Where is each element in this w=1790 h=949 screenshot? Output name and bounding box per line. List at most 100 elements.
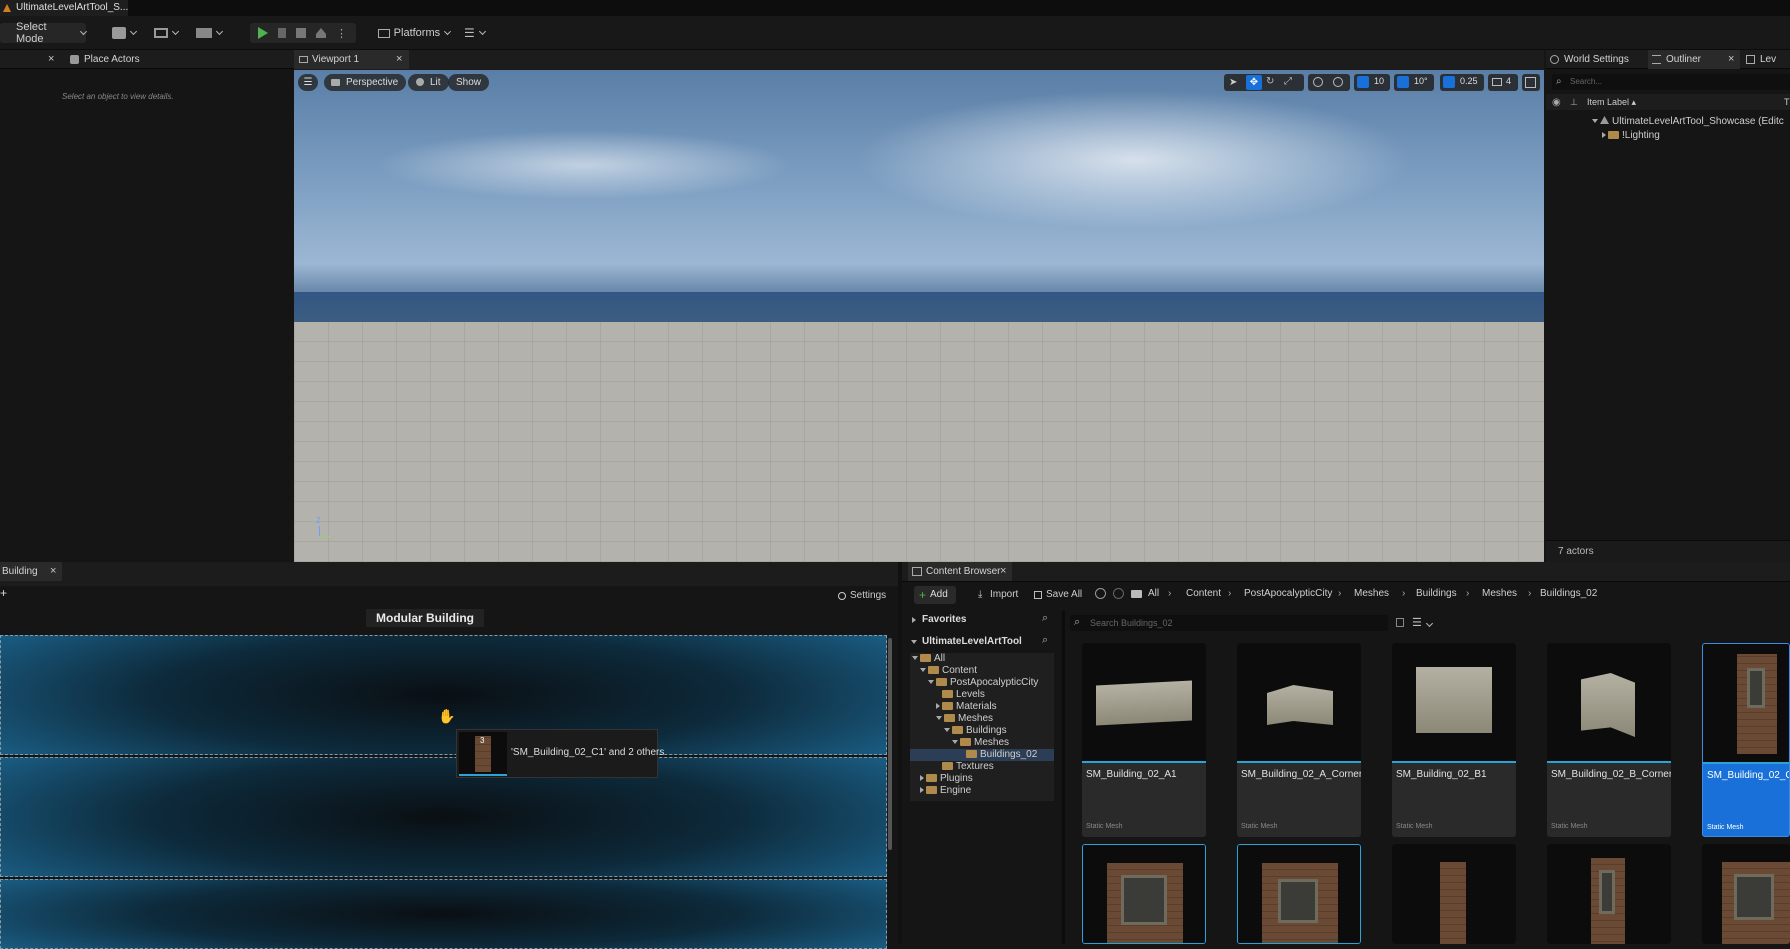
play-icon[interactable] [258, 27, 268, 39]
tab-levels[interactable]: Lev [1742, 50, 1790, 69]
settings-menu-button[interactable]: ☰ [464, 23, 492, 43]
tree-item-textures[interactable]: Textures [942, 761, 994, 773]
select-tool-icon[interactable]: ➤ [1229, 77, 1237, 88]
history-forward-icon[interactable] [1113, 588, 1124, 599]
level-viewport[interactable]: ☰ Perspective Lit Show ➤ ✥ ↻ ⤢ 10 10° 0.… [294, 70, 1544, 562]
tree-item-all[interactable]: All [912, 653, 945, 665]
tab-building[interactable]: Building × [0, 562, 62, 581]
stop-icon[interactable] [296, 28, 306, 38]
tab-content-browser[interactable]: Content Browser × [908, 562, 1012, 581]
close-icon[interactable]: × [396, 50, 402, 69]
folder-icon [960, 738, 971, 746]
tree-item-levels[interactable]: Levels [942, 689, 985, 701]
outliner-item-lighting[interactable]: !Lighting [1602, 130, 1660, 142]
close-icon[interactable]: × [50, 562, 56, 581]
asset-tile[interactable] [1082, 844, 1206, 944]
close-icon[interactable]: × [48, 53, 54, 65]
asset-tile[interactable] [1237, 844, 1361, 944]
folder-icon[interactable] [1131, 590, 1142, 598]
asset-tile[interactable]: SM_Building_02_A1 Static Mesh [1082, 643, 1206, 837]
outliner-search[interactable]: ⌕ Search... [1552, 74, 1790, 90]
outliner-header: World Settings Outliner × Lev [1546, 50, 1790, 69]
blueprint-button[interactable] [154, 23, 184, 43]
building-drop-zone[interactable] [0, 879, 887, 949]
grid-snap[interactable]: 10 [1354, 74, 1390, 91]
asset-tile[interactable] [1392, 844, 1516, 944]
select-mode-button[interactable]: Select Mode [0, 21, 88, 45]
eject-icon[interactable] [316, 28, 326, 38]
close-icon[interactable]: × [1000, 562, 1006, 581]
tree-item-plugins[interactable]: Plugins [920, 773, 973, 785]
tree-item-engine[interactable]: Engine [920, 785, 971, 797]
scale-snap[interactable]: 0.25 [1440, 74, 1484, 91]
breadcrumb-item[interactable]: Meshes [1354, 584, 1389, 604]
asset-tile[interactable]: SM_Building_02_A_Corner Static Mesh [1237, 643, 1361, 837]
cinematics-button[interactable] [196, 23, 228, 43]
breadcrumb-item[interactable]: Meshes [1482, 584, 1517, 604]
axis-gizmo-icon: Z [316, 516, 340, 540]
world-space-icon[interactable] [1313, 77, 1323, 87]
tree-item-materials[interactable]: Materials [936, 701, 997, 713]
tree-item-meshes[interactable]: Meshes [936, 713, 993, 725]
camera-speed[interactable]: 4 [1488, 74, 1518, 91]
breadcrumb-item[interactable]: Buildings [1416, 584, 1457, 604]
level-tab[interactable]: UltimateLevelArtTool_S... [0, 0, 128, 16]
asset-search-input[interactable]: ⌕ Search Buildings_02 [1070, 615, 1388, 631]
asset-tile[interactable]: SM_Building_02_B1 Static Mesh [1392, 643, 1516, 837]
perspective-button[interactable]: Perspective [324, 74, 407, 91]
tab-viewport-1[interactable]: Viewport 1 × [294, 50, 409, 69]
breadcrumb-item[interactable]: Buildings_02 [1540, 584, 1597, 604]
asset-tile[interactable]: SM_Building_02_B_Corner Static Mesh [1547, 643, 1671, 837]
add-icon[interactable]: + [0, 586, 7, 600]
building-drop-zone[interactable] [0, 757, 887, 877]
tab-outliner[interactable]: Outliner × [1648, 50, 1740, 69]
move-tool-icon[interactable]: ✥ [1246, 75, 1262, 90]
save-all-button[interactable]: Save All [1032, 586, 1082, 604]
add-button[interactable]: + Add [914, 586, 956, 604]
item-label-column[interactable]: Item Label ▴ [1587, 97, 1636, 108]
pin-icon[interactable]: ⊥ [1570, 97, 1578, 108]
lit-button[interactable]: Lit [408, 74, 449, 91]
asset-tile[interactable] [1547, 844, 1671, 944]
surface-snap-icon[interactable] [1333, 77, 1343, 87]
close-icon[interactable]: × [1728, 50, 1734, 69]
type-column[interactable]: T [1784, 97, 1790, 107]
settings-button[interactable]: Settings [838, 588, 886, 604]
tree-item-postapocalypticcity[interactable]: PostApocalypticCity [928, 677, 1038, 689]
eye-icon[interactable]: ◉ [1552, 97, 1561, 108]
save-search-icon[interactable] [1396, 618, 1404, 627]
scale-tool-icon[interactable]: ⤢ [1284, 76, 1292, 87]
import-button[interactable]: ⤓ Import [976, 586, 1018, 604]
search-icon[interactable]: ⌕ [1042, 634, 1048, 647]
tree-item-buildings-02[interactable]: Buildings_02 [910, 749, 1054, 761]
project-section[interactable]: UltimateLevelArtTool ⌕ [908, 633, 1060, 651]
building-drop-zone[interactable] [0, 635, 887, 755]
tab-place-actors[interactable]: Place Actors [66, 50, 140, 69]
breadcrumb-item[interactable]: Content [1186, 584, 1221, 604]
search-icon[interactable]: ⌕ [1042, 612, 1048, 625]
add-actor-button[interactable] [112, 23, 142, 43]
tree-item-buildings[interactable]: Buildings [944, 725, 1007, 737]
favorites-section[interactable]: Favorites ⌕ [908, 611, 1060, 629]
viewport-layout-button[interactable] [1522, 74, 1540, 91]
filter-button[interactable]: ☰ [1412, 616, 1438, 630]
viewport-menu-button[interactable]: ☰ [298, 74, 318, 91]
tree-item-content[interactable]: Content [920, 665, 977, 677]
angle-snap[interactable]: 10° [1394, 74, 1434, 91]
left-panel: × Place Actors Select an object to view … [0, 50, 294, 562]
tree-item-meshes-sub[interactable]: Meshes [952, 737, 1009, 749]
more-options-icon[interactable]: ⋮ [336, 27, 347, 40]
splitter[interactable] [1062, 611, 1065, 944]
rotate-tool-icon[interactable]: ↻ [1266, 76, 1274, 87]
breadcrumb-item[interactable]: All [1148, 584, 1159, 604]
asset-tile-selected[interactable]: SM_Building_02_C1 Static Mesh [1702, 643, 1790, 837]
platforms-button[interactable]: Platforms [378, 23, 452, 43]
scrollbar[interactable] [888, 638, 892, 850]
step-icon[interactable] [278, 28, 286, 38]
show-button[interactable]: Show [448, 74, 490, 91]
outliner-item-level[interactable]: UltimateLevelArtTool_Showcase (Editc [1592, 116, 1784, 128]
tab-world-settings[interactable]: World Settings [1546, 50, 1648, 69]
history-back-icon[interactable] [1095, 588, 1106, 599]
asset-tile[interactable] [1702, 844, 1790, 944]
breadcrumb-item[interactable]: PostApocalypticCity [1244, 584, 1332, 604]
